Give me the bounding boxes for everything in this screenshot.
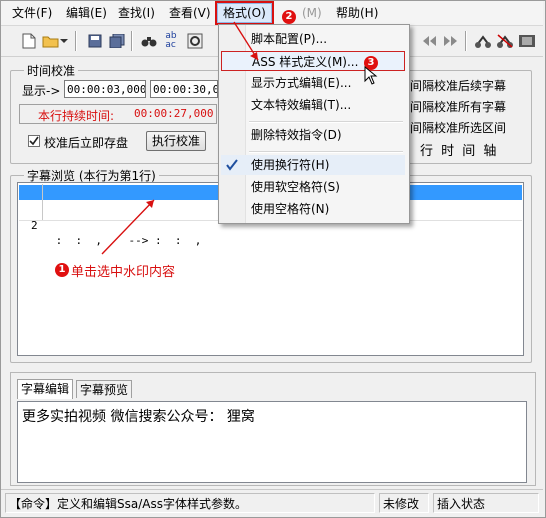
step-2-arrow <box>233 21 259 61</box>
menu-separator <box>249 151 403 153</box>
toolbar-separator <box>75 31 77 51</box>
timeline-label: 行 时 间 轴 <box>420 144 499 159</box>
status-mode: 插入状态 <box>433 493 539 513</box>
menu-item-use-linebreak[interactable]: 使用换行符(H) <box>221 155 405 175</box>
checkmark-icon <box>29 136 39 146</box>
end-time-field[interactable]: 00:00:30,00 <box>150 80 218 98</box>
replace-icon[interactable]: ab ac <box>161 31 181 51</box>
menu-edit[interactable]: 编辑(E) <box>61 4 112 22</box>
menu-file[interactable]: 文件(F) <box>7 4 57 22</box>
calibrate-following-option[interactable]: 间隔校准后续字幕 <box>410 77 506 94</box>
status-bar: 【命令】定义和编辑Ssa/Ass字体样式参数。 未修改 插入状态 <box>1 489 543 516</box>
previous-icon[interactable] <box>419 31 439 51</box>
menu-view[interactable]: 查看(V) <box>164 4 216 22</box>
time-calibration-title: 时间校准 <box>24 62 79 79</box>
duration-value: 00:00:27,000 <box>134 107 214 120</box>
row-text: 狸窝 <box>417 231 439 244</box>
new-file-icon[interactable] <box>19 31 39 51</box>
menu-item-text-effect[interactable]: 文本特效编辑(T)... <box>221 95 405 115</box>
menu-item-space[interactable]: 使用空格符(N) <box>221 199 405 219</box>
save-after-calibration-label: 校准后立即存盘 <box>44 136 129 150</box>
status-modified: 未修改 <box>379 493 429 513</box>
open-folder-icon[interactable] <box>41 31 61 51</box>
display-label: 显示-> <box>22 84 61 98</box>
find-icon[interactable] <box>139 31 159 51</box>
duration-label: 本行持续时间: <box>38 109 115 123</box>
save-after-calibration-checkbox[interactable] <box>28 135 40 147</box>
menu-help[interactable]: 帮助(H) <box>331 4 383 22</box>
start-time-field[interactable]: 00:00:03,000 <box>64 80 146 98</box>
next-icon[interactable] <box>441 31 461 51</box>
check-icon <box>226 159 238 171</box>
step-1-badge: 1 <box>55 263 69 277</box>
menu-find[interactable]: 查找(I) <box>113 4 160 22</box>
subtitle-editor[interactable]: 更多实拍视频 微信搜索公众号： 狸窝 <box>17 401 527 483</box>
audio-mute-icon[interactable] <box>495 31 515 51</box>
calibrate-selected-option[interactable]: 间隔校准所选区间 <box>410 119 506 136</box>
film-icon[interactable] <box>517 31 537 51</box>
menu-m[interactable]: (M) <box>297 4 327 22</box>
toolbar-separator <box>465 31 467 51</box>
goto-icon[interactable] <box>185 31 205 51</box>
step-1-text: 单击选中水印内容 <box>71 265 176 280</box>
save-all-icon[interactable] <box>107 31 127 51</box>
mouse-cursor-icon <box>364 66 378 85</box>
audio-icon[interactable] <box>473 31 493 51</box>
calibrate-all-option[interactable]: 间隔校准所有字幕 <box>410 98 506 115</box>
menu-bar: 文件(F) 编辑(E) 查找(I) 查看(V) 格式(O) (M) 帮助(H) <box>1 1 543 26</box>
menu-separator <box>249 121 403 123</box>
chevron-down-icon[interactable] <box>59 31 69 51</box>
execute-calibration-button[interactable]: 执行校准 <box>146 131 206 151</box>
toolbar-separator <box>131 31 133 51</box>
status-message: 【命令】定义和编辑Ssa/Ass字体样式参数。 <box>5 493 375 513</box>
column-divider <box>42 184 43 220</box>
menu-item-delete-effect[interactable]: 删除特效指令(D) <box>221 125 405 145</box>
menu-item-soft-space[interactable]: 使用软空格符(S) <box>221 177 405 197</box>
save-icon[interactable] <box>85 31 105 51</box>
annotation-arrow <box>101 199 155 255</box>
step-2-badge: 2 <box>282 10 296 24</box>
